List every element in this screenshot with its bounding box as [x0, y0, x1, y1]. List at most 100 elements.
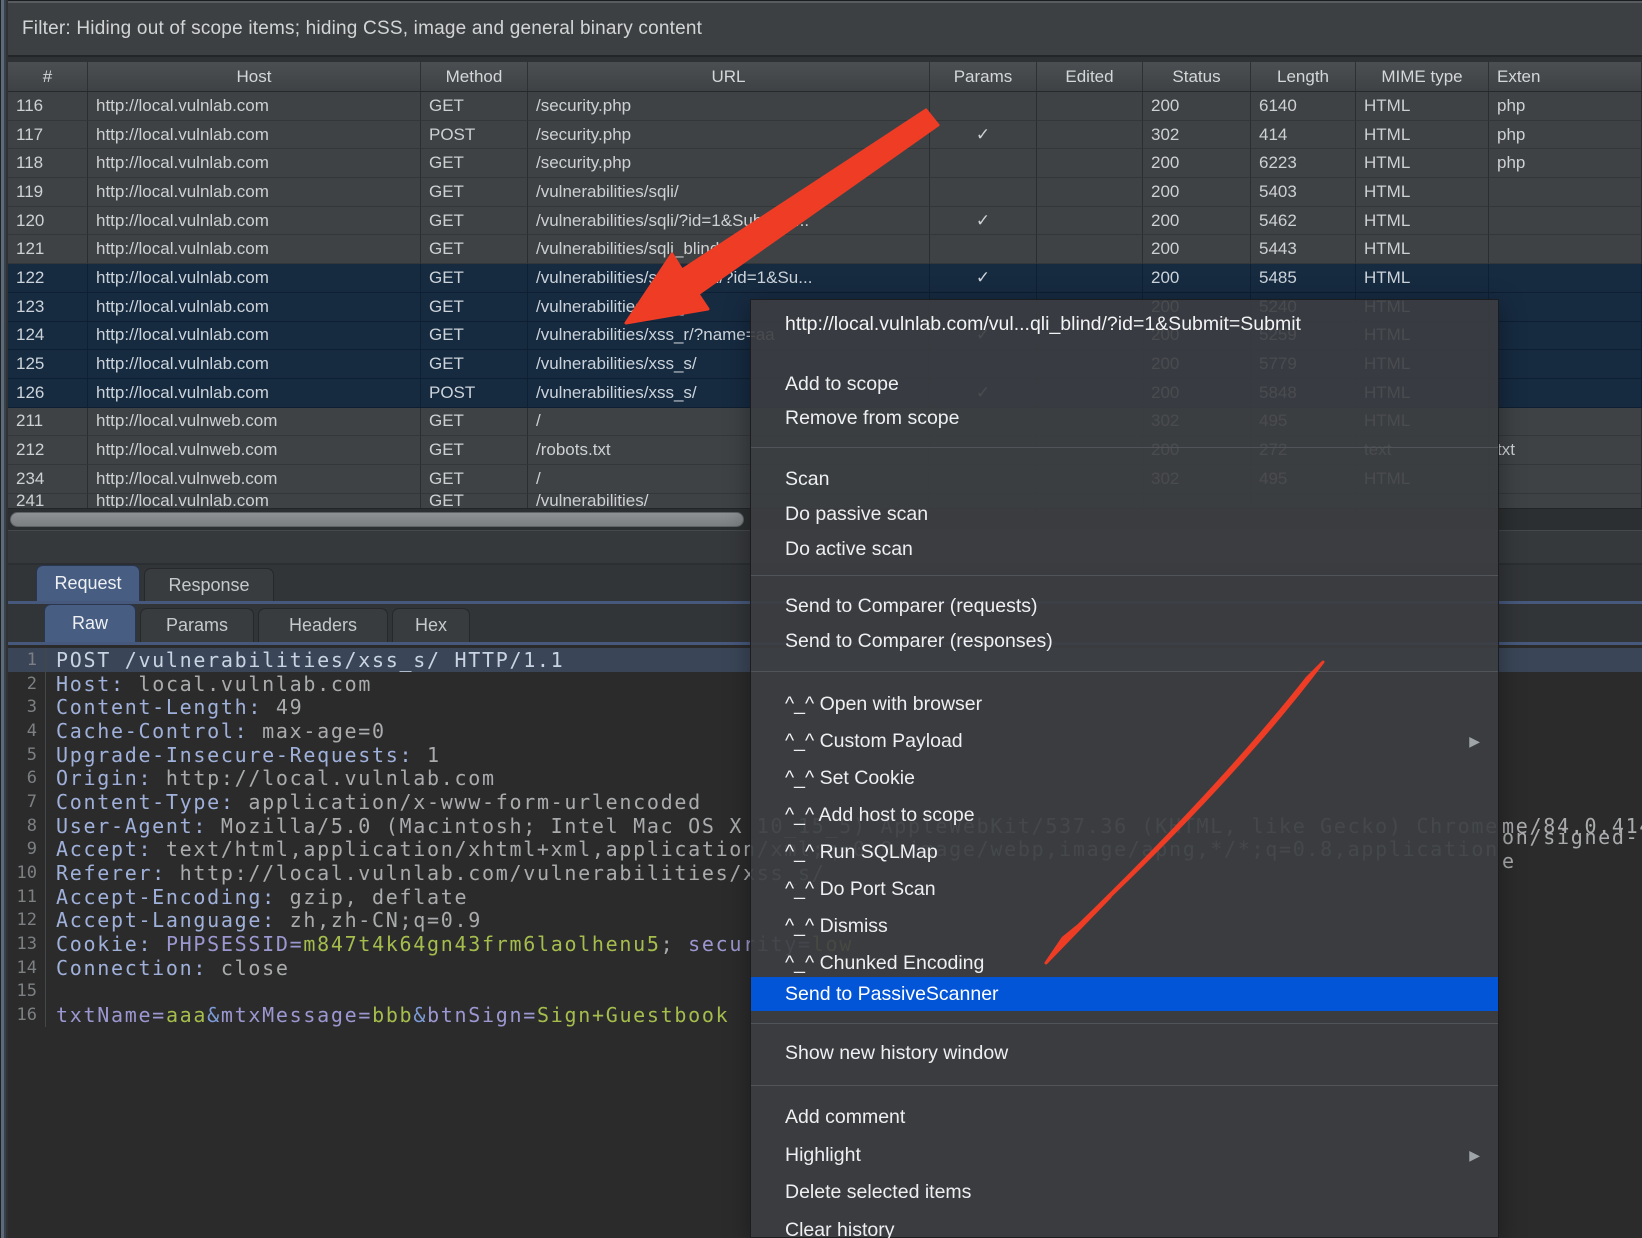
- menu-item-clear-history[interactable]: Clear history: [751, 1213, 1498, 1238]
- cell-params: [930, 92, 1037, 121]
- line-number: 14: [8, 956, 46, 980]
- menu-item-open-with-browser[interactable]: ^_^ Open with browser: [751, 687, 1498, 721]
- cell-host: http://local.vulnlab.com: [88, 350, 421, 379]
- menu-item-show-new-history-window[interactable]: Show new history window: [751, 1036, 1498, 1070]
- cell-host: http://local.vulnlab.com: [88, 207, 421, 236]
- menu-separator: [751, 575, 1498, 576]
- menu-item-dismiss[interactable]: ^_^ Dismiss: [751, 909, 1498, 943]
- menu-item-do-port-scan[interactable]: ^_^ Do Port Scan: [751, 872, 1498, 906]
- tab-request-label: Request: [54, 573, 121, 594]
- column-header-status[interactable]: Status: [1143, 62, 1251, 91]
- menu-item-add-comment[interactable]: Add comment: [751, 1100, 1498, 1134]
- tab-raw[interactable]: Raw: [44, 604, 136, 642]
- cell-params: ✓: [930, 207, 1037, 236]
- token-key: Connection:: [56, 956, 207, 980]
- table-row[interactable]: 118http://local.vulnlab.comGET/security.…: [8, 149, 1642, 178]
- cell-host: http://local.vulnlab.com: [88, 293, 421, 322]
- menu-separator: [751, 671, 1498, 672]
- cell-params: [930, 178, 1037, 207]
- menu-item-chunked-encoding[interactable]: ^_^ Chunked Encoding: [751, 946, 1498, 980]
- tab-response[interactable]: Response: [144, 568, 274, 601]
- cell-method: GET: [421, 350, 528, 379]
- cell-method: GET: [421, 178, 528, 207]
- cell-exten: php: [1489, 121, 1642, 150]
- tab-hex[interactable]: Hex: [392, 608, 470, 642]
- column-header-edited[interactable]: Edited: [1037, 62, 1143, 91]
- submenu-arrow-icon: ▶: [1469, 724, 1480, 758]
- tab-params[interactable]: Params: [140, 608, 254, 642]
- line-text: Upgrade-Insecure-Requests: 1: [56, 743, 441, 767]
- token-key: Referer:: [56, 861, 166, 885]
- table-row[interactable]: 119http://local.vulnlab.comGET/vulnerabi…: [8, 178, 1642, 207]
- cell-status: 200: [1143, 207, 1251, 236]
- column-header-url[interactable]: URL: [528, 62, 930, 91]
- token-amp: &: [207, 1003, 221, 1027]
- line-number: 8: [8, 814, 46, 838]
- cell-#: 211: [8, 408, 88, 437]
- cell-mime-type: HTML: [1356, 235, 1489, 264]
- cell-length: 6223: [1251, 149, 1356, 178]
- line-number: 13: [8, 932, 46, 956]
- menu-item-send-to-comparer-responses[interactable]: Send to Comparer (responses): [751, 624, 1498, 658]
- table-row[interactable]: 117http://local.vulnlab.comPOST/security…: [8, 121, 1642, 150]
- filter-bar[interactable]: Filter: Hiding out of scope items; hidin…: [8, 3, 1642, 57]
- menu-item-add-to-scope[interactable]: Add to scope: [751, 367, 1498, 401]
- menu-separator: [751, 1023, 1498, 1024]
- menu-item-delete-selected-items[interactable]: Delete selected items: [751, 1175, 1498, 1209]
- cell-method: GET: [421, 92, 528, 121]
- cell-method: GET: [421, 494, 528, 508]
- tab-request[interactable]: Request: [36, 565, 140, 601]
- column-header-params[interactable]: Params: [930, 62, 1037, 91]
- menu-item-run-sqlmap[interactable]: ^_^ Run SQLMap: [751, 835, 1498, 869]
- cell-host: http://local.vulnlab.com: [88, 121, 421, 150]
- menu-item-send-to-passivescanner[interactable]: Send to PassiveScanner: [751, 977, 1498, 1011]
- cell-params: ✓: [930, 264, 1037, 293]
- table-row[interactable]: 121http://local.vulnlab.comGET/vulnerabi…: [8, 235, 1642, 264]
- line-number: 16: [8, 1003, 46, 1027]
- column-header-mime-type[interactable]: MIME type: [1356, 62, 1489, 91]
- cell-#: 122: [8, 264, 88, 293]
- column-header-length[interactable]: Length: [1251, 62, 1356, 91]
- cell-exten: [1489, 379, 1642, 408]
- token-val: 49: [262, 695, 303, 719]
- menu-item-do-passive-scan[interactable]: Do passive scan: [751, 497, 1498, 531]
- table-row[interactable]: 122http://local.vulnlab.comGET/vulnerabi…: [8, 264, 1642, 293]
- line-number: 4: [8, 719, 46, 743]
- cell-status: 200: [1143, 149, 1251, 178]
- cell-status: 200: [1143, 92, 1251, 121]
- menu-item-custom-payload[interactable]: ^_^ Custom Payload▶: [751, 724, 1498, 758]
- filter-bar-text: Filter: Hiding out of scope items; hidin…: [8, 18, 702, 40]
- cell-length: 5443: [1251, 235, 1356, 264]
- menu-item-set-cookie[interactable]: ^_^ Set Cookie: [751, 761, 1498, 795]
- token-pname: txtName=: [56, 1003, 166, 1027]
- cell-host: http://local.vulnlab.com: [88, 494, 421, 508]
- cell-host: http://local.vulnlab.com: [88, 92, 421, 121]
- menu-item-remove-from-scope[interactable]: Remove from scope: [751, 401, 1498, 435]
- token-val: ;: [661, 932, 688, 956]
- table-row[interactable]: 116http://local.vulnlab.comGET/security.…: [8, 92, 1642, 121]
- column-header-#[interactable]: #: [8, 62, 88, 91]
- column-header-exten[interactable]: Exten: [1489, 62, 1642, 91]
- menu-item-scan[interactable]: Scan: [751, 462, 1498, 496]
- menu-item-highlight[interactable]: Highlight▶: [751, 1138, 1498, 1172]
- cell-url: /vulnerabilities/sqli_blind/?id=1&Su...: [528, 264, 930, 293]
- cell-edited: [1037, 207, 1143, 236]
- menu-item-send-to-comparer-requests[interactable]: Send to Comparer (requests): [751, 589, 1498, 623]
- menu-item-add-host-to-scope[interactable]: ^_^ Add host to scope: [751, 798, 1498, 832]
- menu-item-do-active-scan[interactable]: Do active scan: [751, 532, 1498, 566]
- cell-exten: php: [1489, 92, 1642, 121]
- token-amp: &: [413, 1003, 427, 1027]
- column-header-host[interactable]: Host: [88, 62, 421, 91]
- cell-host: http://local.vulnweb.com: [88, 436, 421, 465]
- column-header-method[interactable]: Method: [421, 62, 528, 91]
- table-header-row[interactable]: #HostMethodURLParamsEditedStatusLengthMI…: [8, 62, 1642, 92]
- cell-edited: [1037, 149, 1143, 178]
- token-val: 1: [413, 743, 440, 767]
- cell-#: 117: [8, 121, 88, 150]
- line-text: Referer: http://local.vulnlab.com/vulner…: [56, 861, 826, 885]
- scrollbar-thumb[interactable]: [10, 512, 744, 527]
- token-key: Content-Length:: [56, 695, 262, 719]
- occluded-text-fragment: on/signed-e: [1502, 838, 1642, 862]
- table-row[interactable]: 120http://local.vulnlab.comGET/vulnerabi…: [8, 207, 1642, 236]
- tab-headers[interactable]: Headers: [258, 608, 388, 642]
